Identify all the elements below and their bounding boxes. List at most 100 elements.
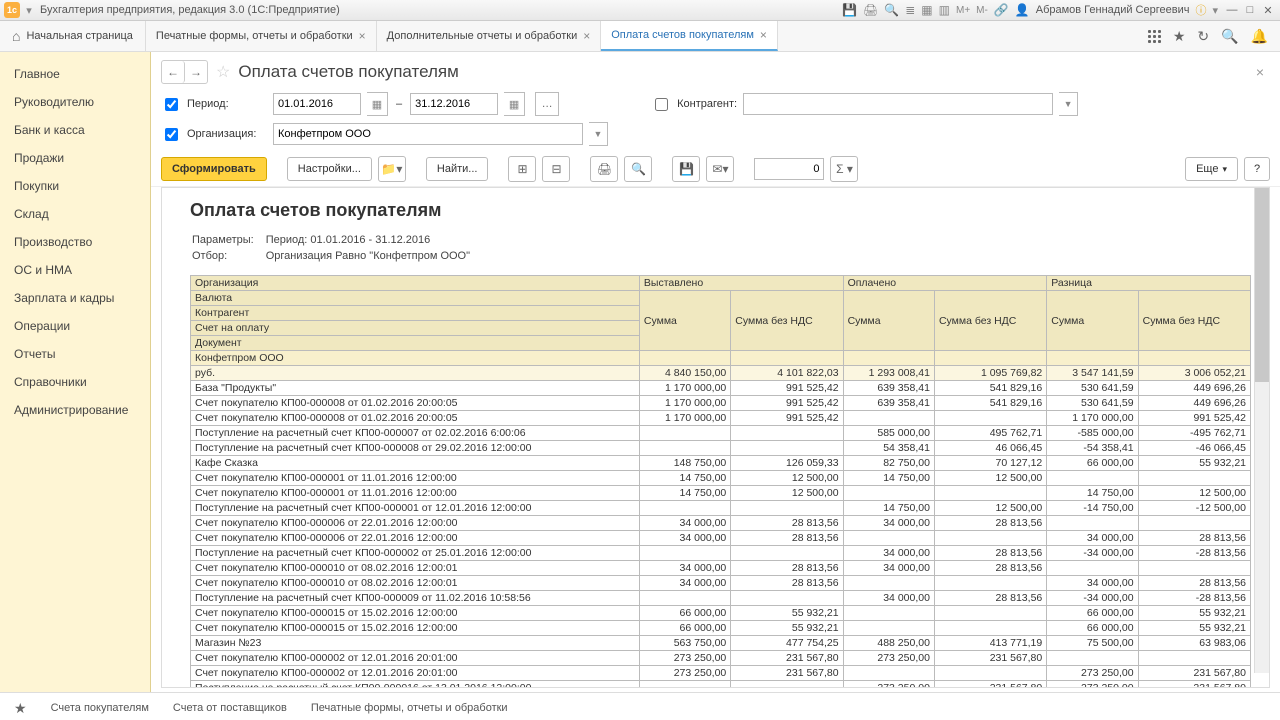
tab-home[interactable]: ⌂ Начальная страница	[0, 21, 146, 51]
table-row[interactable]: Счет покупателю КП00-000006 от 22.01.201…	[191, 531, 1251, 546]
date-from-input[interactable]	[273, 93, 361, 115]
table-row[interactable]: Счет покупателю КП00-000015 от 15.02.201…	[191, 606, 1251, 621]
sidebar-item-bank[interactable]: Банк и касса	[0, 116, 150, 144]
link-icon[interactable]: 🔗	[994, 3, 1009, 17]
calendar-icon[interactable]: ▦	[367, 92, 388, 116]
sigma-icon[interactable]: Σ ▾	[830, 156, 858, 182]
vertical-scrollbar[interactable]	[1254, 188, 1269, 673]
preview-icon[interactable]: 🔍	[624, 156, 652, 182]
apps-icon[interactable]	[1147, 29, 1161, 43]
m-plus-icon[interactable]: M+	[956, 5, 970, 16]
close-icon[interactable]: ×	[359, 29, 366, 43]
info-dropdown-icon[interactable]: ▾	[1212, 4, 1218, 17]
notifications-icon[interactable]: 🔔	[1251, 28, 1268, 45]
sidebar-item-assets[interactable]: ОС и НМА	[0, 256, 150, 284]
favorite-star-icon[interactable]: ☆	[216, 62, 230, 82]
organization-input[interactable]	[273, 123, 583, 145]
counterparty-input[interactable]	[743, 93, 1053, 115]
email-icon[interactable]: ✉▾	[706, 156, 734, 182]
collapse-icon[interactable]: ⊟	[542, 156, 570, 182]
dropdown-icon[interactable]: ▼	[1059, 92, 1078, 116]
table-row[interactable]: Счет покупателю КП00-000006 от 22.01.201…	[191, 516, 1251, 531]
more-button[interactable]: Еще ▾	[1185, 157, 1238, 181]
counterparty-checkbox[interactable]	[655, 98, 668, 111]
footer-link-customer-invoices[interactable]: Счета покупателям	[51, 702, 149, 714]
sidebar-item-sales[interactable]: Продажи	[0, 144, 150, 172]
print-icon[interactable]: 🖨	[863, 3, 878, 17]
footer-link-print-forms[interactable]: Печатные формы, отчеты и обработки	[311, 702, 508, 714]
sidebar-item-admin[interactable]: Администрирование	[0, 396, 150, 424]
compare-icon[interactable]: ≣	[905, 3, 915, 17]
date-to-input[interactable]	[410, 93, 498, 115]
star-icon[interactable]: ★	[14, 700, 27, 717]
organization-checkbox[interactable]	[165, 128, 178, 141]
info-icon[interactable]: ⓘ	[1195, 2, 1206, 18]
sidebar-item-main[interactable]: Главное	[0, 60, 150, 88]
table-row[interactable]: Счет покупателю КП00-000015 от 15.02.201…	[191, 621, 1251, 636]
expand-icon[interactable]: ⊞	[508, 156, 536, 182]
table-row[interactable]: Поступление на расчетный счет КП00-00000…	[191, 546, 1251, 561]
table-row[interactable]: Счет покупателю КП00-000002 от 12.01.201…	[191, 666, 1251, 681]
sidebar-item-operations[interactable]: Операции	[0, 312, 150, 340]
sidebar-item-reports[interactable]: Отчеты	[0, 340, 150, 368]
calendar-icon[interactable]: ▦	[921, 3, 932, 17]
table-row[interactable]: руб.4 840 150,004 101 822,031 293 008,41…	[191, 366, 1251, 381]
sidebar-item-purchases[interactable]: Покупки	[0, 172, 150, 200]
sidebar-item-warehouse[interactable]: Склад	[0, 200, 150, 228]
calc-icon[interactable]: ▥	[939, 3, 950, 17]
page-close-button[interactable]: ×	[1256, 64, 1270, 80]
minimize-button[interactable]: —	[1224, 4, 1240, 17]
tab-home-label: Начальная страница	[26, 30, 132, 42]
table-row[interactable]: Поступление на расчетный счет КП00-00000…	[191, 501, 1251, 516]
close-icon[interactable]: ×	[583, 29, 590, 43]
back-button[interactable]: ←	[162, 61, 185, 83]
table-row[interactable]: Поступление на расчетный счет КП00-00000…	[191, 591, 1251, 606]
report-table[interactable]: Организация Выставлено Оплачено Разница …	[190, 275, 1251, 688]
table-row[interactable]: Поступление на расчетный счет КП00-00000…	[191, 441, 1251, 456]
tab-invoice-payment[interactable]: Оплата счетов покупателям ×	[601, 21, 778, 51]
search-icon[interactable]: 🔍	[1221, 28, 1238, 45]
settings-dropdown-icon[interactable]: 📁▾	[378, 156, 406, 182]
table-row[interactable]: Магазин №23563 750,00477 754,25488 250,0…	[191, 636, 1251, 651]
table-row[interactable]: Поступление на расчетный счет КП00-00000…	[191, 426, 1251, 441]
maximize-button[interactable]: □	[1242, 4, 1258, 17]
print-icon[interactable]: 🖨	[590, 156, 618, 182]
table-row[interactable]: Счет покупателю КП00-000001 от 11.01.201…	[191, 471, 1251, 486]
table-row[interactable]: Конфетпром ООО	[191, 351, 1251, 366]
table-row[interactable]: Счет покупателю КП00-000008 от 01.02.201…	[191, 411, 1251, 426]
close-button[interactable]: ✕	[1260, 4, 1276, 17]
m-minus-icon[interactable]: M-	[976, 5, 988, 16]
find-button[interactable]: Найти...	[426, 157, 489, 181]
table-row[interactable]: Счет покупателю КП00-000008 от 01.02.201…	[191, 396, 1251, 411]
table-row[interactable]: Счет покупателю КП00-000010 от 08.02.201…	[191, 576, 1251, 591]
table-row[interactable]: Счет покупателю КП00-000001 от 11.01.201…	[191, 486, 1251, 501]
table-row[interactable]: Счет покупателю КП00-000002 от 12.01.201…	[191, 651, 1251, 666]
footer-link-supplier-invoices[interactable]: Счета от поставщиков	[173, 702, 287, 714]
save-icon[interactable]: 💾	[672, 156, 700, 182]
table-row[interactable]: Кафе Сказка148 750,00126 059,3382 750,00…	[191, 456, 1251, 471]
help-button[interactable]: ?	[1244, 157, 1270, 181]
settings-button[interactable]: Настройки...	[287, 157, 372, 181]
app-menu-dropdown-icon[interactable]: ▾	[24, 5, 34, 15]
favorites-icon[interactable]: ★	[1173, 28, 1186, 45]
table-row[interactable]: Счет покупателю КП00-000010 от 08.02.201…	[191, 561, 1251, 576]
close-icon[interactable]: ×	[760, 28, 767, 42]
sidebar-item-production[interactable]: Производство	[0, 228, 150, 256]
history-icon[interactable]: ↻	[1197, 28, 1209, 45]
sidebar-item-dictionaries[interactable]: Справочники	[0, 368, 150, 396]
sidebar-item-manager[interactable]: Руководителю	[0, 88, 150, 116]
table-row[interactable]: Поступление на расчетный счет КП00-00001…	[191, 681, 1251, 689]
save-icon[interactable]: 💾	[842, 3, 857, 17]
sidebar-item-salary[interactable]: Зарплата и кадры	[0, 284, 150, 312]
tab-additional-reports[interactable]: Дополнительные отчеты и обработки ×	[377, 21, 602, 51]
period-more-button[interactable]: …	[535, 92, 559, 116]
preview-icon[interactable]: 🔍	[884, 3, 899, 17]
sum-field[interactable]	[754, 158, 824, 180]
generate-button[interactable]: Сформировать	[161, 157, 267, 181]
calendar-icon[interactable]: ▦	[504, 92, 525, 116]
tab-print-forms[interactable]: Печатные формы, отчеты и обработки ×	[146, 21, 377, 51]
table-row[interactable]: База "Продукты"1 170 000,00991 525,42639…	[191, 381, 1251, 396]
dropdown-icon[interactable]: ▼	[589, 122, 608, 146]
forward-button[interactable]: →	[185, 61, 207, 83]
period-checkbox[interactable]	[165, 98, 178, 111]
